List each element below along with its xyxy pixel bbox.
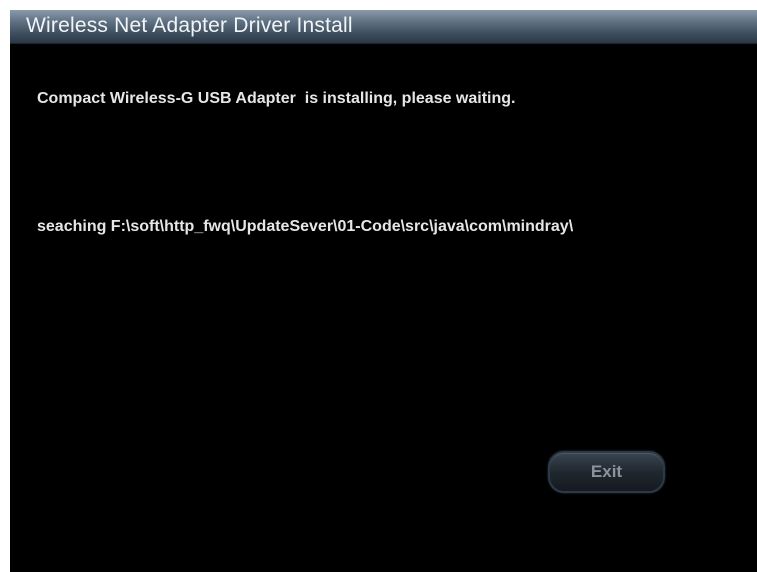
search-path-text: seaching F:\soft\http_fwq\UpdateSever\01… [37, 218, 574, 235]
dialog-title: Wireless Net Adapter Driver Install [26, 14, 353, 37]
installer-dialog: Wireless Net Adapter Driver Install Comp… [10, 10, 757, 572]
install-status-text: Compact Wireless-G USB Adapter is instal… [37, 90, 516, 107]
title-bar: Wireless Net Adapter Driver Install [10, 10, 757, 44]
exit-button[interactable]: Exit [548, 451, 665, 493]
exit-button-label: Exit [590, 462, 623, 481]
